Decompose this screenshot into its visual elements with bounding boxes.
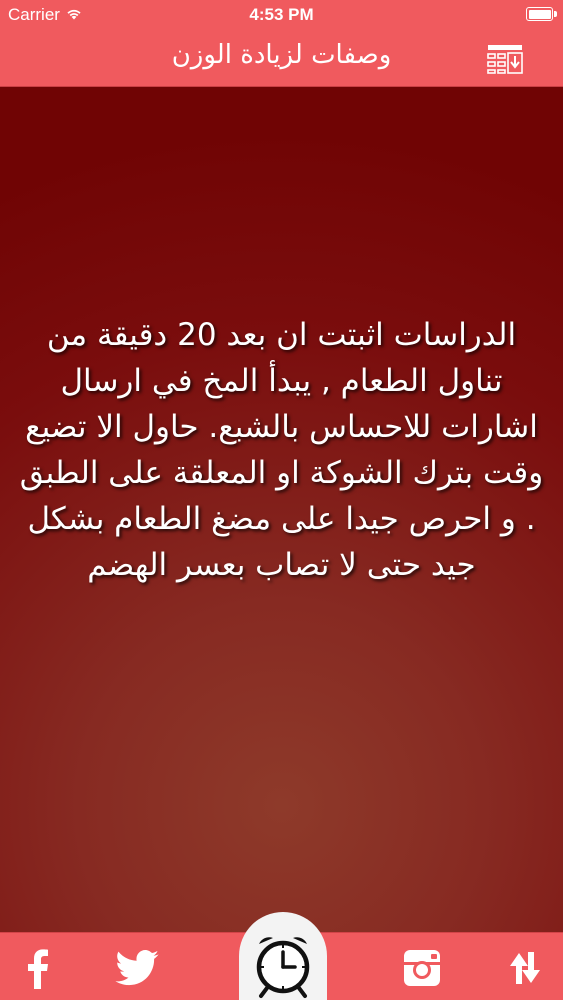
facebook-button[interactable]: [12, 943, 62, 993]
article-text: الدراسات اثبتت ان بعد 20 دقيقة من تناول …: [19, 317, 544, 583]
twitter-icon: [115, 950, 159, 986]
alarm-button[interactable]: [239, 912, 327, 1000]
download-list-button[interactable]: [485, 41, 525, 75]
shuffle-button[interactable]: [500, 943, 550, 993]
status-time: 4:53 PM: [249, 5, 314, 24]
facebook-icon: [28, 949, 48, 989]
instagram-button[interactable]: [397, 943, 447, 993]
navigation-bar: وصفات لزيادة الوزن: [0, 30, 563, 87]
alarm-clock-icon: [256, 937, 310, 998]
twitter-button[interactable]: [112, 943, 162, 993]
instagram-icon: [404, 950, 440, 986]
article-view: الدراسات اثبتت ان بعد 20 دقيقة من تناول …: [0, 87, 563, 932]
app-screen: Carrier 4:53 PM وصفات لزيادة الوزن الدرا…: [0, 0, 563, 1000]
status-bar: Carrier 4:53 PM: [0, 0, 563, 30]
page-title: وصفات لزيادة الوزن: [171, 40, 392, 70]
download-list-icon: [487, 45, 523, 74]
shuffle-icon: [510, 952, 540, 984]
battery-icon: [526, 7, 557, 21]
